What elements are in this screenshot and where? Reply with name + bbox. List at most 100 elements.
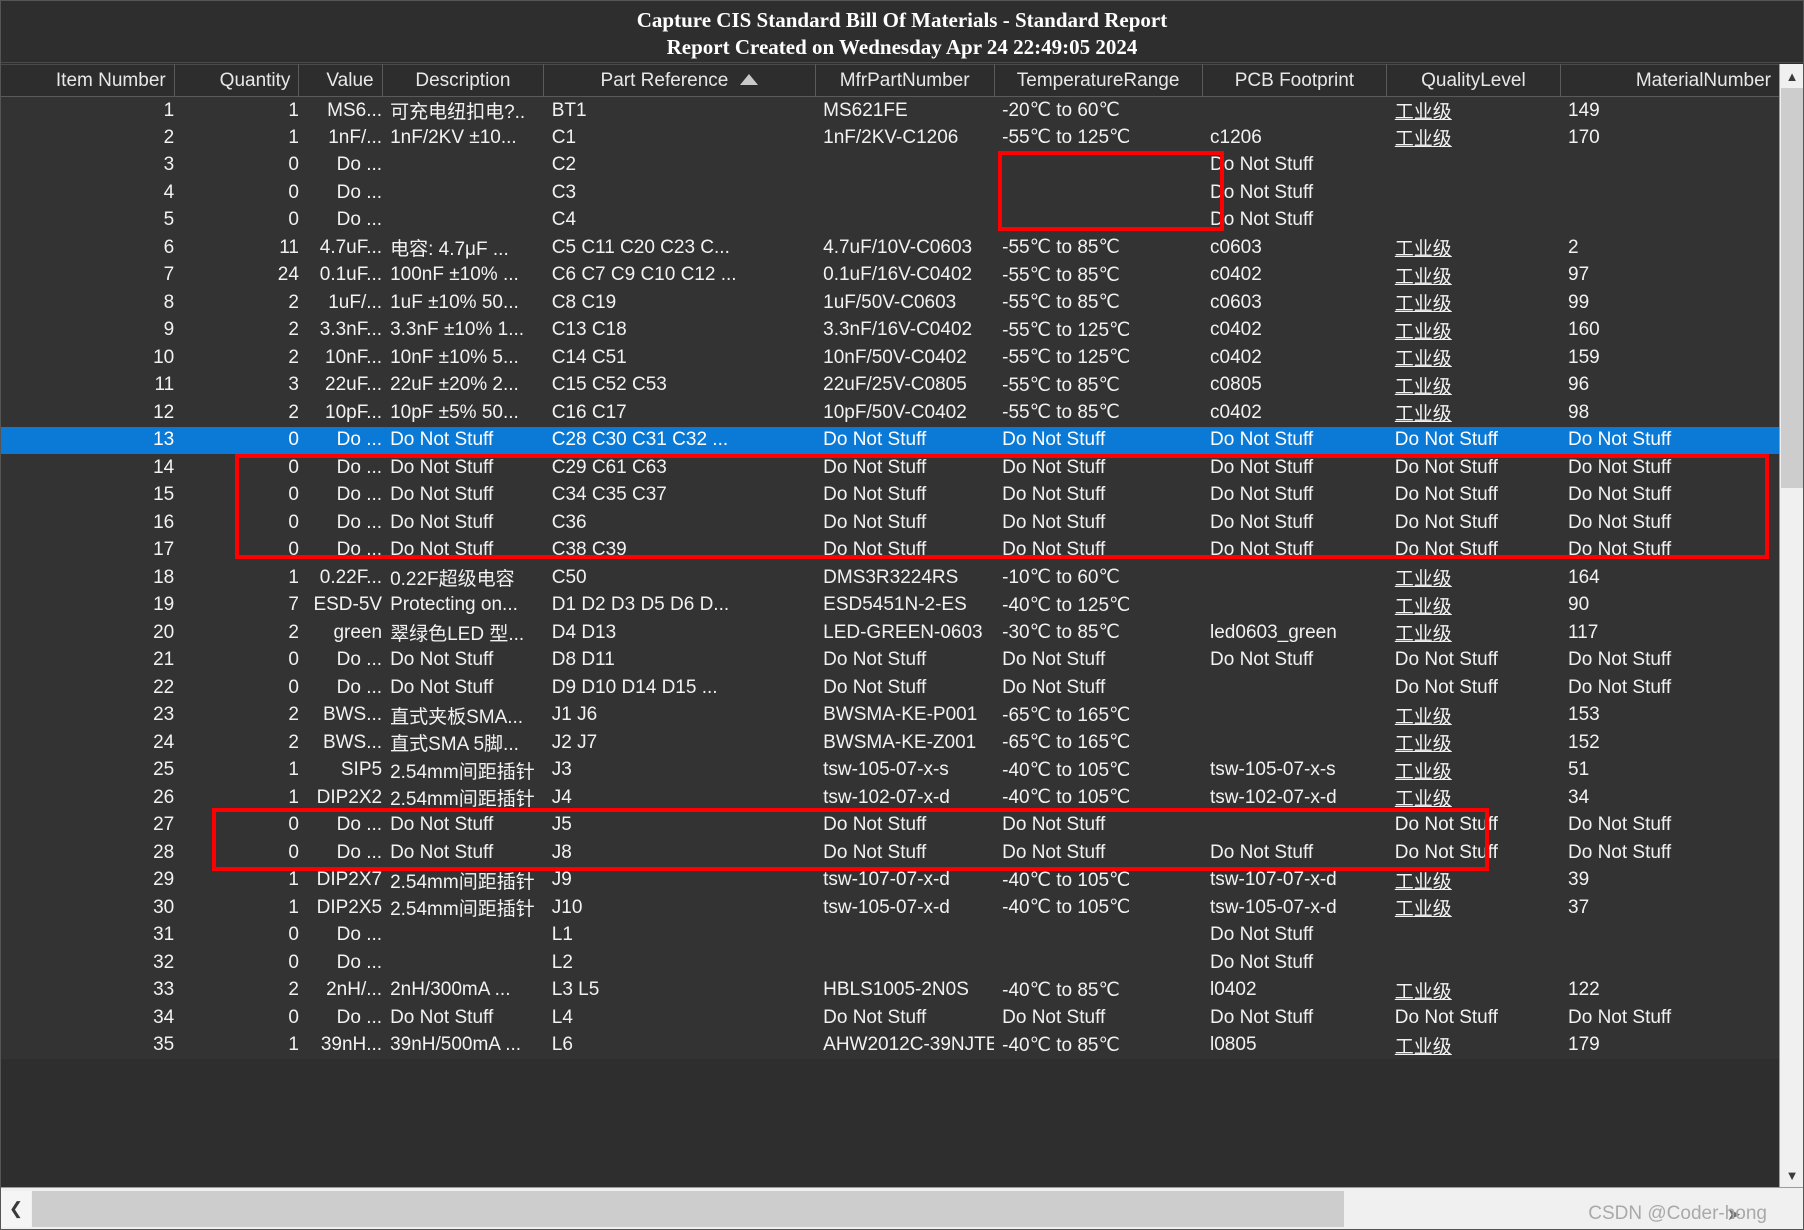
column-header-pcb-footprint[interactable]: PCB Footprint <box>1202 64 1388 97</box>
cell-quality-level[interactable]: 工业级 <box>1387 564 1560 592</box>
cell-item[interactable]: 19 <box>1 592 174 620</box>
quality-level-link[interactable]: 工业级 <box>1395 982 1452 1003</box>
cell-value[interactable]: DIP2X7 <box>299 867 382 895</box>
cell-material-number[interactable]: Do Not Stuff <box>1560 454 1779 482</box>
cell-description[interactable]: 2.54mm间距插针 <box>382 894 544 922</box>
table-row[interactable]: 20 2 green 翠绿色LED 型... D4 D13 LED-GREEN-0603-… <box>1 619 1779 647</box>
cell-material-number[interactable]: 2 <box>1560 234 1779 262</box>
cell-item[interactable]: 26 <box>1 784 174 812</box>
cell-temperature-range[interactable]: -55℃ to 125℃ <box>994 317 1202 345</box>
cell-material-number[interactable] <box>1560 179 1779 207</box>
cell-description[interactable]: Do Not Stuff <box>382 674 544 702</box>
cell-item[interactable]: 1 <box>1 97 175 125</box>
cell-quality-level[interactable]: 工业级 <box>1387 289 1560 317</box>
cell-qty[interactable]: 0 <box>174 454 299 482</box>
cell-value[interactable]: 22uF... <box>299 372 382 400</box>
cell-value[interactable]: Do ... <box>299 674 382 702</box>
cell-qty[interactable]: 2 <box>174 344 299 372</box>
cell-description[interactable]: 0.22F超级电容 <box>382 564 544 592</box>
cell-quality-level[interactable]: 工业级 <box>1387 234 1560 262</box>
cell-mfr-part-number[interactable] <box>815 179 994 207</box>
cell-value[interactable]: Do ... <box>299 812 382 840</box>
cell-item[interactable]: 2 <box>1 124 175 152</box>
table-row[interactable]: 11 3 22uF... 22uF ±20% 2... C15 C52 C53 22uF/… <box>1 371 1779 400</box>
cell-value[interactable]: 1nF/... <box>299 124 382 152</box>
cell-quality-level[interactable]: Do Not Stuff <box>1387 454 1560 482</box>
cell-temperature-range[interactable]: -65℃ to 165℃ <box>994 729 1202 757</box>
cell-material-number[interactable]: Do Not Stuff <box>1560 427 1779 455</box>
cell-value[interactable]: Do ... <box>299 509 382 537</box>
cell-pcb-footprint[interactable]: led0603_green <box>1202 619 1387 647</box>
cell-value[interactable]: MS6... <box>299 97 382 125</box>
cell-material-number[interactable] <box>1560 152 1779 180</box>
horizontal-scrollbar-thumb[interactable] <box>32 1191 1344 1227</box>
cell-qty[interactable]: 0 <box>174 1004 299 1032</box>
cell-value[interactable]: BWS... <box>299 702 382 730</box>
cell-item[interactable]: 11 <box>1 372 174 400</box>
cell-description[interactable]: 2.54mm间距插针 <box>382 757 544 785</box>
cell-part-reference[interactable]: C28 C30 C31 C32 ... <box>544 427 815 455</box>
cell-quality-level[interactable]: 工业级 <box>1387 702 1560 730</box>
quality-level-link[interactable]: 工业级 <box>1395 239 1452 260</box>
cell-value[interactable]: BWS... <box>299 729 382 757</box>
cell-qty[interactable]: 0 <box>174 949 299 977</box>
cell-item[interactable]: 28 <box>1 839 174 867</box>
cell-material-number[interactable] <box>1560 922 1779 950</box>
cell-description[interactable]: 10pF ±5% 50... <box>382 399 544 427</box>
cell-part-reference[interactable]: L6 <box>544 1032 815 1060</box>
cell-part-reference[interactable]: C36 <box>544 509 815 537</box>
cell-mfr-part-number[interactable]: Do Not Stuff <box>815 647 994 675</box>
cell-temperature-range[interactable]: -40℃ to 85℃ <box>994 1032 1202 1060</box>
cell-pcb-footprint[interactable]: Do Not Stuff <box>1202 949 1387 977</box>
cell-material-number[interactable]: 122 <box>1560 977 1779 1005</box>
cell-mfr-part-number[interactable]: Do Not Stuff <box>815 454 994 482</box>
cell-value[interactable]: Do ... <box>299 454 382 482</box>
cell-quality-level[interactable]: 工业级 <box>1387 867 1560 895</box>
cell-mfr-part-number[interactable]: 10nF/50V-C0402 <box>815 344 994 372</box>
cell-item[interactable]: 27 <box>1 812 174 840</box>
cell-quality-level[interactable]: 工业级 <box>1387 729 1560 757</box>
cell-pcb-footprint[interactable] <box>1202 729 1387 757</box>
cell-value[interactable]: Do ... <box>299 482 382 510</box>
cell-quality-level[interactable]: 工业级 <box>1387 317 1560 345</box>
cell-mfr-part-number[interactable]: tsw-107-07-x-d <box>815 867 994 895</box>
quality-level-link[interactable]: 工业级 <box>1395 377 1452 398</box>
table-row[interactable]: 9 2 3.3nF... 3.3nF ±10% 1... C13 C18 3.3nF/16… <box>1 316 1779 345</box>
cell-temperature-range[interactable]: Do Not Stuff <box>994 537 1202 565</box>
table-row[interactable]: 16 0 Do ... Do Not Stuff C36 Do Not Stuff Do N… <box>1 509 1779 537</box>
cell-temperature-range[interactable]: -55℃ to 85℃ <box>994 289 1202 317</box>
cell-mfr-part-number[interactable]: 10pF/50V-C0402 <box>815 399 994 427</box>
cell-qty[interactable]: 2 <box>174 317 299 345</box>
cell-quality-level[interactable]: 工业级 <box>1387 894 1560 922</box>
cell-description[interactable]: Do Not Stuff <box>382 537 544 565</box>
cell-quality-level[interactable] <box>1387 922 1560 950</box>
table-row[interactable]: 25 1 SIP5 2.54mm间距插针 J3 tsw-105-07-x-s -40℃ to… <box>1 756 1779 785</box>
cell-description[interactable]: Do Not Stuff <box>382 454 544 482</box>
cell-item[interactable]: 17 <box>1 537 174 565</box>
column-header-quantity[interactable]: Quantity <box>174 64 300 97</box>
cell-mfr-part-number[interactable]: BWSMA-KE-P001 <box>815 702 994 730</box>
table-row[interactable]: 35 1 39nH... 39nH/500mA ... L6 AHW2012C-39NJT… <box>1 1031 1779 1060</box>
table-row[interactable]: 3 0 Do ... C2 Do Not Stuff <box>1 151 1779 180</box>
cell-qty[interactable]: 0 <box>174 152 299 180</box>
cell-mfr-part-number[interactable]: BWSMA-KE-Z001 <box>815 729 994 757</box>
cell-part-reference[interactable]: D8 D11 <box>544 647 815 675</box>
quality-level-link[interactable]: 工业级 <box>1395 624 1452 645</box>
cell-value[interactable]: Do ... <box>299 949 382 977</box>
table-row[interactable]: 26 1 DIP2X2 2.54mm间距插针 J4 tsw-102-07-x-d -40℃ … <box>1 784 1779 812</box>
cell-qty[interactable]: 0 <box>174 647 299 675</box>
column-header-value[interactable]: Value <box>298 64 383 97</box>
cell-pcb-footprint[interactable]: Do Not Stuff <box>1202 179 1387 207</box>
cell-mfr-part-number[interactable]: tsw-102-07-x-d <box>815 784 994 812</box>
cell-quality-level[interactable]: Do Not Stuff <box>1387 537 1560 565</box>
cell-part-reference[interactable]: C16 C17 <box>544 399 815 427</box>
cell-material-number[interactable]: 149 <box>1560 97 1779 125</box>
cell-description[interactable]: Do Not Stuff <box>382 482 544 510</box>
column-header-temperature-range[interactable]: TemperatureRange <box>994 64 1203 97</box>
cell-mfr-part-number[interactable] <box>815 207 994 235</box>
column-header-mfr-part-number[interactable]: MfrPartNumber <box>815 64 995 97</box>
cell-value[interactable]: ESD-5V <box>299 592 382 620</box>
cell-mfr-part-number[interactable]: Do Not Stuff <box>815 839 994 867</box>
cell-pcb-footprint[interactable]: tsw-107-07-x-d <box>1202 867 1387 895</box>
table-row[interactable]: 1 1 MS6... 可充电纽扣电?.. BT1 MS621FE -20℃ to 60℃ 工业… <box>1 96 1779 125</box>
